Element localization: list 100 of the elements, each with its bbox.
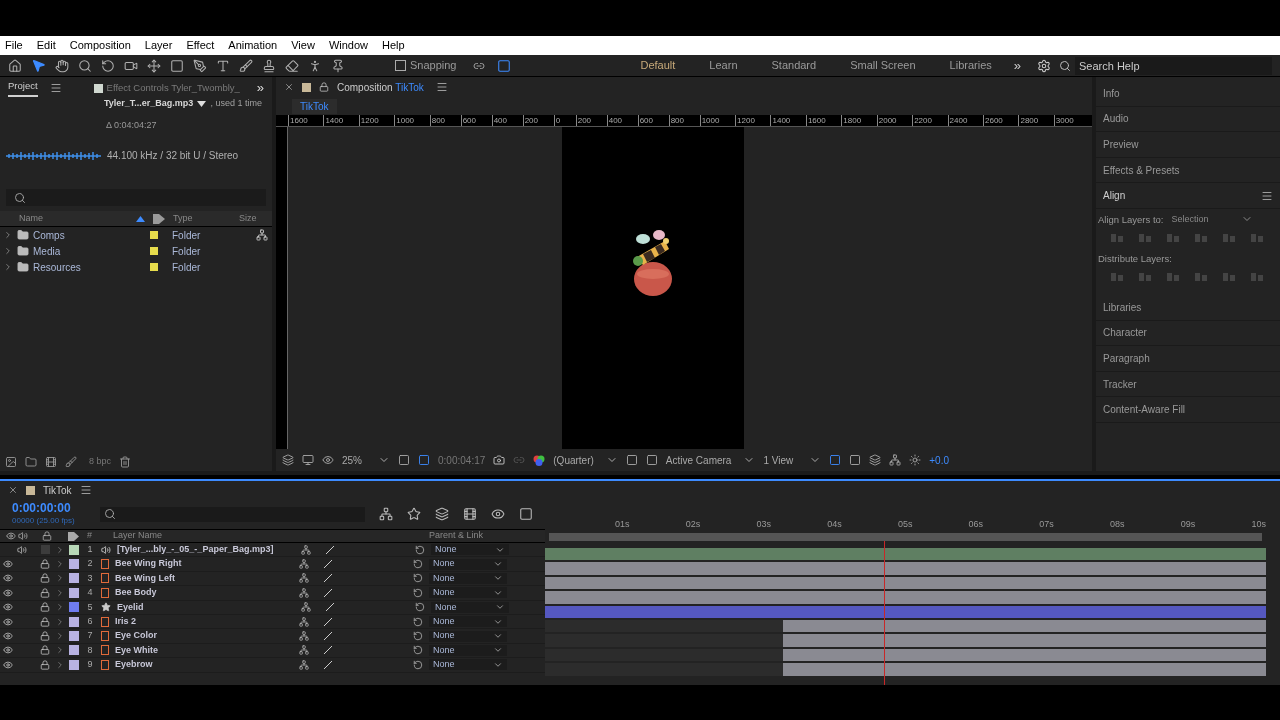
layer-row[interactable]: 7 Eye Color None (0, 629, 545, 644)
layers-icon[interactable] (282, 454, 294, 466)
timeline-switch-icon[interactable] (435, 507, 449, 521)
menu-item[interactable]: Composition (69, 37, 131, 54)
menu-item[interactable]: Effect (186, 37, 215, 54)
column-header[interactable]: Size (239, 211, 257, 226)
workspace-tab[interactable]: Default (640, 57, 676, 74)
label-swatch[interactable] (69, 602, 79, 613)
menu-item[interactable]: Edit (36, 37, 56, 54)
layer-row[interactable]: 5 Eyelid None (0, 600, 545, 615)
pick-whip-icon[interactable] (415, 544, 425, 555)
quality-icon[interactable] (323, 631, 333, 642)
layer-bar[interactable] (545, 605, 1266, 618)
quality-icon[interactable] (325, 602, 335, 613)
home-icon[interactable] (8, 58, 22, 73)
pick-whip-icon[interactable] (413, 659, 423, 670)
composition-tab[interactable]: Composition TikTok (337, 79, 424, 95)
layer-name[interactable]: Bee Body (115, 586, 299, 600)
layer-name[interactable]: [Tyler_...bly_-_05_-_Paper_Bag.mp3] (117, 542, 301, 557)
parent-dropdown[interactable]: None (429, 587, 507, 599)
pointer-icon[interactable] (31, 58, 46, 73)
pen-icon[interactable] (193, 58, 207, 73)
layer-row[interactable]: 3 Bee Wing Left None (0, 571, 545, 587)
layer-name[interactable]: Bee Wing Left (115, 571, 299, 586)
parent-dropdown[interactable]: None (429, 616, 507, 628)
panel-title[interactable]: Align (1103, 188, 1126, 204)
quality-icon[interactable] (323, 587, 333, 598)
lock-icon[interactable] (40, 659, 50, 670)
layer-name[interactable]: Iris 2 (115, 614, 299, 629)
layer-name[interactable]: Eye White (115, 643, 299, 658)
search-help-field[interactable]: Search Help (1075, 56, 1272, 75)
flowchart-icon[interactable] (889, 454, 902, 466)
label-swatch[interactable] (69, 587, 79, 598)
timeline-switch-icon[interactable] (519, 507, 533, 521)
current-time[interactable]: 0:00:04:17 (438, 452, 486, 468)
sort-icon[interactable] (136, 215, 145, 222)
timeline-icon[interactable] (869, 454, 882, 466)
eye-icon[interactable] (3, 616, 13, 627)
grid-icon[interactable] (496, 58, 511, 73)
settings-icon[interactable] (1037, 58, 1051, 73)
column-header[interactable]: Name (0, 211, 136, 226)
bit-depth[interactable]: 8 bpc (89, 455, 112, 469)
more-button[interactable]: » (256, 78, 264, 98)
parent-dropdown[interactable]: None (431, 601, 509, 613)
eye-icon[interactable] (3, 645, 13, 656)
lock-icon[interactable] (40, 573, 50, 584)
pick-whip-icon[interactable] (413, 645, 423, 656)
menu-icon[interactable] (79, 484, 92, 496)
layer-row[interactable]: 2 Bee Wing Right None (0, 557, 545, 572)
parent-dropdown[interactable]: None (429, 659, 507, 671)
project-search-field[interactable] (6, 189, 266, 206)
menu-item[interactable]: File (5, 37, 23, 54)
eraser-icon[interactable] (285, 58, 299, 73)
project-row[interactable]: Media Folder (0, 243, 272, 259)
panel-title[interactable]: Effects & Presets (1103, 162, 1180, 178)
lock-icon[interactable] (40, 587, 50, 598)
menu-item[interactable]: Window (328, 37, 368, 54)
label-swatch[interactable] (69, 559, 79, 570)
lock-icon[interactable] (40, 631, 50, 642)
search-icon[interactable] (78, 58, 92, 73)
dropdown-icon[interactable] (197, 100, 207, 107)
stamp-icon[interactable] (262, 58, 276, 73)
pick-whip-icon[interactable] (415, 602, 425, 613)
quality-icon[interactable] (323, 559, 333, 570)
quality-icon[interactable] (323, 573, 333, 584)
lock-icon[interactable] (40, 645, 50, 656)
label-swatch[interactable] (69, 616, 79, 627)
camera-dropdown[interactable]: Active Camera (665, 452, 756, 468)
label-swatch[interactable] (69, 544, 79, 555)
region-icon[interactable] (418, 454, 430, 466)
quality-icon[interactable] (325, 544, 335, 555)
figure-icon[interactable] (308, 58, 322, 73)
panel-title[interactable]: Tracker (1103, 376, 1137, 392)
move-icon[interactable] (147, 58, 161, 73)
zoom-dropdown[interactable]: 25% (342, 452, 390, 468)
panel-title[interactable]: Preview (1103, 137, 1139, 152)
timeline-tab[interactable]: TikTok (43, 482, 72, 498)
timeline-switch-icon[interactable] (491, 507, 505, 521)
project-row[interactable]: Resources Folder (0, 259, 272, 275)
column-header[interactable]: Type (173, 211, 237, 226)
layer-bar[interactable] (782, 619, 1266, 633)
parent-dropdown[interactable]: None (429, 558, 507, 570)
layer-bar[interactable] (545, 576, 1266, 590)
label-icon[interactable] (153, 213, 165, 224)
hand-icon[interactable] (55, 58, 69, 73)
panel-tab[interactable]: Effect Controls Tyler_Twombly_ (106, 80, 240, 96)
eye-icon[interactable] (3, 631, 13, 642)
pick-whip-icon[interactable] (413, 559, 423, 570)
close-icon[interactable] (8, 485, 18, 495)
eye-icon[interactable] (3, 573, 13, 584)
text-icon[interactable] (216, 58, 230, 73)
align-to-dropdown[interactable]: Selection (1171, 213, 1254, 227)
layer-search-field[interactable] (100, 506, 365, 522)
quality-icon[interactable] (323, 645, 333, 656)
timeline-switch-icon[interactable] (407, 507, 421, 521)
pick-whip-icon[interactable] (413, 573, 423, 584)
quality-icon[interactable] (323, 659, 333, 670)
lock-icon[interactable] (40, 602, 50, 613)
rotate-icon[interactable] (101, 58, 115, 73)
workspace-tab[interactable]: Small Screen (850, 57, 916, 74)
